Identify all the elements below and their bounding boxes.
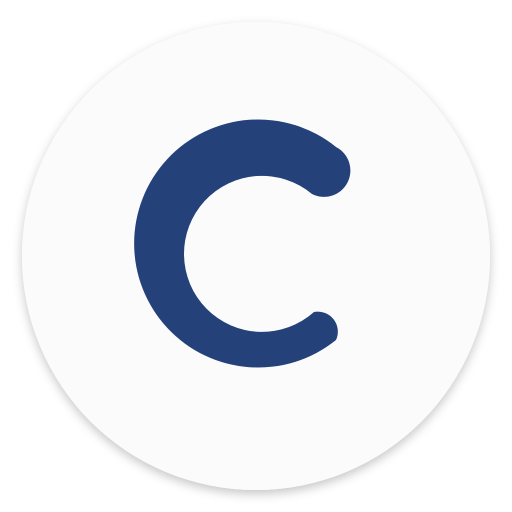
app-icon-svg — [22, 22, 490, 490]
app-icon-canvas — [0, 0, 512, 512]
app-icon[interactable] — [0, 0, 512, 512]
icon-background-circle — [22, 22, 490, 490]
